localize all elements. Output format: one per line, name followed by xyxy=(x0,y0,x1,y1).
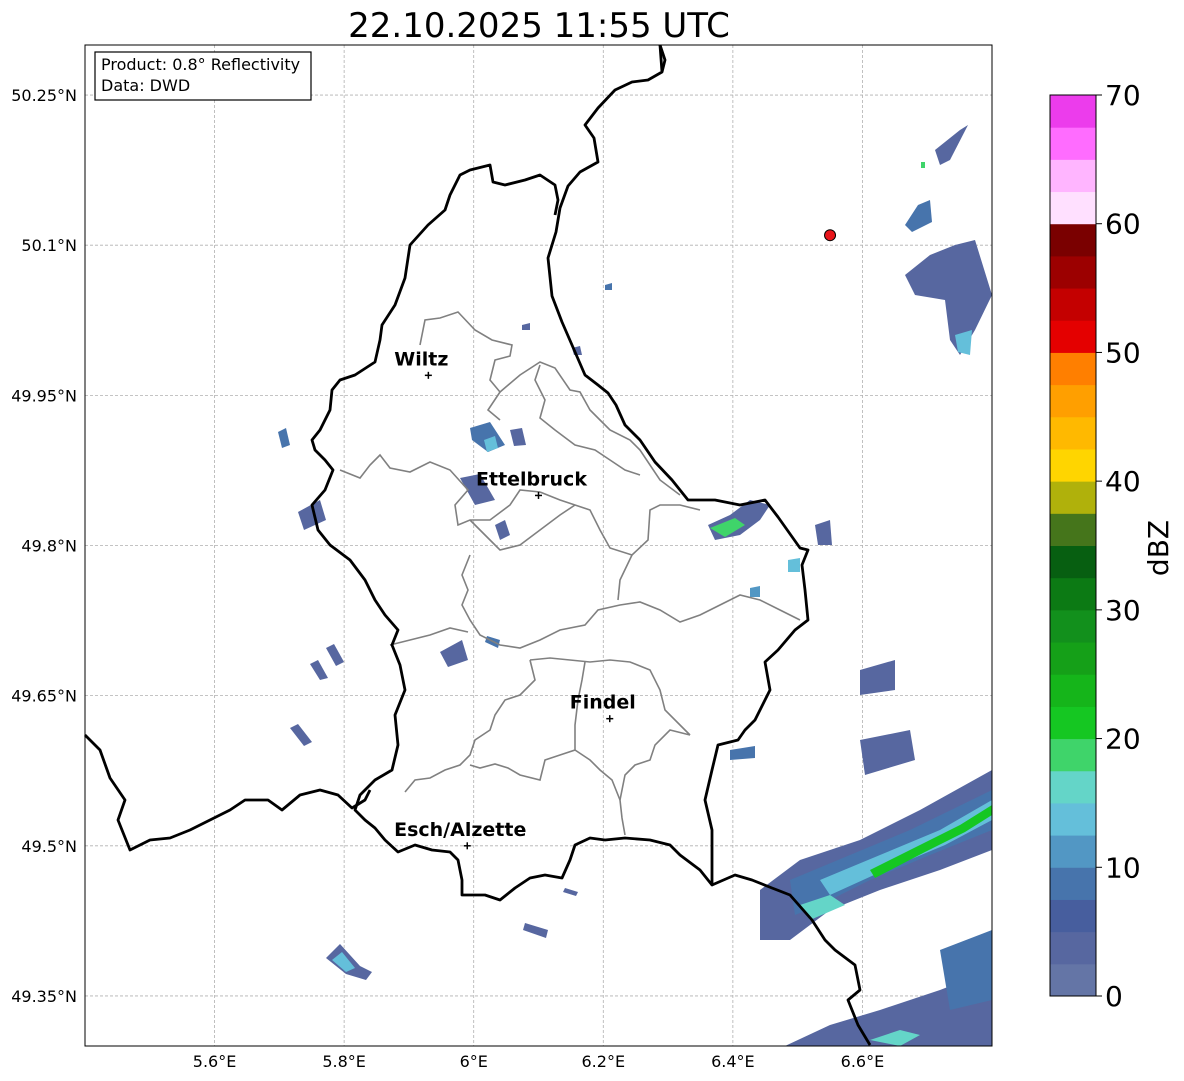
colorbar-cell xyxy=(1050,577,1096,611)
colorbar-tick-label: 70 xyxy=(1105,79,1141,112)
city-label: Wiltz xyxy=(394,348,448,370)
colorbar-cell xyxy=(1050,191,1096,225)
colorbar-cell xyxy=(1050,255,1096,289)
info-product: Product: 0.8° Reflectivity xyxy=(101,55,300,74)
colorbar-cell xyxy=(1050,802,1096,836)
colorbar-label: dBZ xyxy=(1142,520,1175,576)
colorbar-cell xyxy=(1050,513,1096,546)
lat-tick-label: 49.35°N xyxy=(11,987,77,1006)
lon-tick-label: 6.2°E xyxy=(582,1052,626,1071)
lat-tick-label: 50.25°N xyxy=(11,86,77,105)
colorbar-cell xyxy=(1050,223,1096,257)
colorbar-cell xyxy=(1050,384,1096,418)
city-label: Findel xyxy=(570,692,636,714)
info-data-source: Data: DWD xyxy=(101,76,190,95)
colorbar-cell xyxy=(1050,448,1096,482)
city-label: Ettelbruck xyxy=(476,468,587,490)
colorbar-cell xyxy=(1050,642,1096,675)
map-panel: Wiltz Ettelbruck Findel Esch/Alzette Produc… xyxy=(84,44,993,1047)
colorbar-tick-label: 60 xyxy=(1105,208,1141,241)
lat-tick-label: 49.8°N xyxy=(21,537,77,556)
colorbar: 0 10 20 30 40 50 60 70 dBZ xyxy=(1049,79,1175,1013)
colorbar-cell xyxy=(1050,835,1096,868)
lon-tick-label: 6°E xyxy=(460,1052,488,1071)
colorbar-cell xyxy=(1050,481,1096,514)
colorbar-tick-label: 50 xyxy=(1105,336,1141,369)
info-box: Product: 0.8° Reflectivity Data: DWD xyxy=(94,51,312,101)
colorbar-cell xyxy=(1050,706,1096,740)
lat-tick-label: 49.65°N xyxy=(11,687,77,706)
city-label: Esch/Alzette xyxy=(394,819,526,841)
lon-tick-label: 6.6°E xyxy=(841,1052,885,1071)
colorbar-cell xyxy=(1050,963,1096,997)
lat-tick-label: 49.95°N xyxy=(11,386,77,405)
colorbar-cell xyxy=(1050,320,1096,353)
lon-tick-label: 6.4°E xyxy=(711,1052,755,1071)
colorbar-cell xyxy=(1050,867,1096,900)
colorbar-cell xyxy=(1050,609,1096,643)
colorbar-cell xyxy=(1050,288,1096,321)
colorbar-cell xyxy=(1050,931,1096,965)
lon-tick-label: 5.6°E xyxy=(193,1052,237,1071)
lat-tick-label: 49.5°N xyxy=(21,837,77,856)
radar-figure: 22.10.2025 11:55 UTC WiltzEttelbruckFind… xyxy=(11,6,1175,1071)
colorbar-cell xyxy=(1050,738,1096,772)
colorbar-tick-label: 10 xyxy=(1105,851,1141,884)
colorbar-cell xyxy=(1050,159,1096,193)
colorbar-cell xyxy=(1050,127,1096,160)
colorbar-ticks: 0 10 20 30 40 50 60 70 xyxy=(1096,79,1141,1013)
colorbar-cell xyxy=(1050,95,1096,128)
colorbar-cell xyxy=(1050,674,1096,707)
radar-site-marker xyxy=(824,229,837,242)
lon-tick-label: 5.8°E xyxy=(322,1052,366,1071)
colorbar-cell xyxy=(1050,352,1096,386)
colorbar-cell xyxy=(1050,899,1096,933)
colorbar-cell xyxy=(1050,416,1096,450)
colorbar-cell xyxy=(1050,770,1096,804)
colorbar-cell xyxy=(1050,545,1096,579)
lat-tick-label: 50.1°N xyxy=(21,236,77,255)
colorbar-cells xyxy=(1050,95,1096,997)
colorbar-tick-label: 20 xyxy=(1105,723,1141,756)
colorbar-tick-label: 40 xyxy=(1105,465,1141,498)
figure-title: 22.10.2025 11:55 UTC xyxy=(348,6,730,46)
colorbar-tick-label: 0 xyxy=(1105,980,1123,1013)
colorbar-tick-label: 30 xyxy=(1105,594,1141,627)
